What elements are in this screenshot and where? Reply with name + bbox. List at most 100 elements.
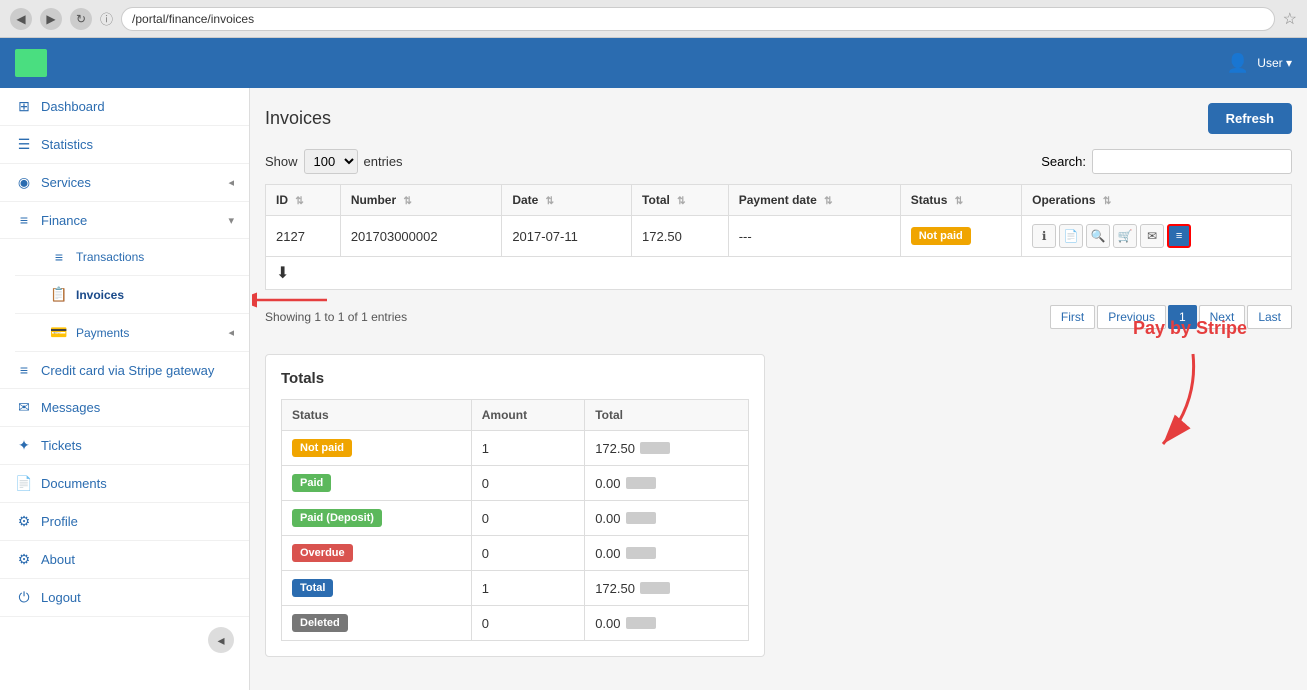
finance-chevron: ▾ <box>228 214 234 227</box>
totals-col-amount: Amount <box>471 400 584 431</box>
sidebar-collapse-btn[interactable]: ◂ <box>208 627 234 653</box>
entries-select[interactable]: 100 10 25 50 <box>304 149 358 174</box>
sidebar-item-about[interactable]: ⚙ About <box>0 541 249 579</box>
totals-row-paid-deposit: Paid (Deposit) 0 0.00 <box>282 501 749 536</box>
page-header: Invoices Refresh <box>265 103 1292 134</box>
op-stripe-btn[interactable]: ≡ <box>1167 224 1191 248</box>
sidebar-item-tickets[interactable]: ✦ Tickets <box>0 427 249 465</box>
user-avatar-icon: 👤 <box>1227 53 1249 74</box>
services-icon: ◉ <box>15 174 33 191</box>
pagination-buttons: First Previous 1 Next Last <box>1050 305 1292 329</box>
sort-ops-icon[interactable]: ⇅ <box>1103 196 1111 207</box>
show-label: Show <box>265 154 298 169</box>
payments-chevron: ◂ <box>228 326 234 339</box>
op-detail-btn[interactable]: 🔍 <box>1086 224 1110 248</box>
search-input[interactable] <box>1092 149 1292 174</box>
annotation-arrow <box>1133 344 1213 464</box>
sidebar-item-dashboard[interactable]: ⊞ Dashboard <box>0 88 249 126</box>
main-layout: ⊞ Dashboard ☰ Statistics ◉ Services ◂ ≡ … <box>0 88 1307 690</box>
op-mail-btn[interactable]: ✉ <box>1140 224 1164 248</box>
sidebar: ⊞ Dashboard ☰ Statistics ◉ Services ◂ ≡ … <box>0 88 250 690</box>
pagination-next[interactable]: Next <box>1199 305 1246 329</box>
bar-paid-deposit <box>626 512 656 524</box>
sidebar-item-payments[interactable]: 💳 Payments ◂ <box>15 314 249 352</box>
cell-number: 201703000002 <box>340 216 502 257</box>
pagination-row: Showing 1 to 1 of 1 entries First Previo… <box>265 300 1292 334</box>
op-cart-btn[interactable]: 🛒 <box>1113 224 1137 248</box>
sidebar-label-invoices: Invoices <box>76 288 124 302</box>
sidebar-item-messages[interactable]: ✉ Messages <box>0 389 249 427</box>
totals-status-not-paid: Not paid <box>282 431 472 466</box>
col-payment-date: Payment date ⇅ <box>728 185 900 216</box>
transactions-icon: ≡ <box>50 249 68 265</box>
pagination-last[interactable]: Last <box>1247 305 1292 329</box>
sort-total-icon[interactable]: ⇅ <box>677 196 685 207</box>
cell-id: 2127 <box>266 216 341 257</box>
sidebar-item-invoices[interactable]: 📋 Invoices <box>15 276 249 314</box>
pagination-current[interactable]: 1 <box>1168 305 1197 329</box>
sidebar-label-credit-card: Credit card via Stripe gateway <box>41 363 214 378</box>
totals-title: Totals <box>281 370 749 387</box>
totals-row-overdue: Overdue 0 0.00 <box>282 536 749 571</box>
totals-row-not-paid: Not paid 1 172.50 <box>282 431 749 466</box>
sidebar-item-transactions[interactable]: ≡ Transactions <box>15 239 249 276</box>
sort-number-icon[interactable]: ⇅ <box>404 196 412 207</box>
pagination-first[interactable]: First <box>1050 305 1095 329</box>
reload-button[interactable]: ↻ <box>70 8 92 30</box>
statistics-icon: ☰ <box>15 136 33 153</box>
forward-button[interactable]: ▶ <box>40 8 62 30</box>
url-bar[interactable] <box>121 7 1275 31</box>
totals-status-paid: Paid <box>282 466 472 501</box>
sidebar-item-documents[interactable]: 📄 Documents <box>0 465 249 503</box>
totals-total-paid: 0.00 <box>585 466 749 501</box>
col-number: Number ⇅ <box>340 185 502 216</box>
pagination-previous[interactable]: Previous <box>1097 305 1166 329</box>
sidebar-label-services: Services <box>41 175 91 190</box>
sidebar-item-statistics[interactable]: ☰ Statistics <box>0 126 249 164</box>
col-date: Date ⇅ <box>502 185 632 216</box>
logo-box <box>15 49 47 77</box>
username: User ▾ <box>1257 56 1292 70</box>
bar-deleted <box>626 617 656 629</box>
sidebar-label-documents: Documents <box>41 476 107 491</box>
profile-icon: ⚙ <box>15 513 33 530</box>
totals-amount-deleted: 0 <box>471 606 584 641</box>
sort-status-icon[interactable]: ⇅ <box>955 196 963 207</box>
totals-col-status: Status <box>282 400 472 431</box>
sidebar-label-about: About <box>41 552 75 567</box>
sort-payment-icon[interactable]: ⇅ <box>824 196 832 207</box>
sort-date-icon[interactable]: ⇅ <box>546 196 554 207</box>
sidebar-item-profile[interactable]: ⚙ Profile <box>0 503 249 541</box>
browser-bar: ◀ ▶ ↻ ⓘ ☆ <box>0 0 1307 38</box>
sidebar-item-finance[interactable]: ≡ Finance ▾ <box>0 202 249 239</box>
cell-payment-date: --- <box>728 216 900 257</box>
totals-row-paid: Paid 0 0.00 <box>282 466 749 501</box>
back-button[interactable]: ◀ <box>10 8 32 30</box>
cell-operations: ℹ 📄 🔍 🛒 ✉ ≡ <box>1022 216 1292 257</box>
totals-amount-paid: 0 <box>471 466 584 501</box>
table-row: 2127 201703000002 2017-07-11 172.50 --- … <box>266 216 1292 257</box>
invoices-table: ID ⇅ Number ⇅ Date ⇅ Total ⇅ Payment dat… <box>265 184 1292 290</box>
totals-total-total: 172.50 <box>585 571 749 606</box>
sidebar-item-logout[interactable]: ⏻ Logout <box>0 579 249 617</box>
refresh-button[interactable]: Refresh <box>1208 103 1292 134</box>
totals-status-paid-deposit: Paid (Deposit) <box>282 501 472 536</box>
op-info-btn[interactable]: ℹ <box>1032 224 1056 248</box>
download-icon: ⬇ <box>276 265 289 282</box>
sidebar-item-credit-card[interactable]: ≡ Credit card via Stripe gateway <box>0 352 249 389</box>
bar-overdue <box>626 547 656 559</box>
col-id: ID ⇅ <box>266 185 341 216</box>
star-icon: ☆ <box>1283 9 1297 29</box>
totals-status-overdue: Overdue <box>282 536 472 571</box>
search-label: Search: <box>1041 154 1086 169</box>
sidebar-label-messages: Messages <box>41 400 100 415</box>
sidebar-item-services[interactable]: ◉ Services ◂ <box>0 164 249 202</box>
op-doc-btn[interactable]: 📄 <box>1059 224 1083 248</box>
bar-total <box>640 582 670 594</box>
sort-id-icon[interactable]: ⇅ <box>295 196 303 207</box>
main-content: Invoices Refresh Show 100 10 25 50 entri… <box>250 88 1307 690</box>
totals-section: Totals Status Amount Total Not paid 1 17… <box>265 354 765 657</box>
documents-icon: 📄 <box>15 475 33 492</box>
operations-cell: ℹ 📄 🔍 🛒 ✉ ≡ <box>1032 224 1281 248</box>
app-header: 👤 User ▾ <box>0 38 1307 88</box>
